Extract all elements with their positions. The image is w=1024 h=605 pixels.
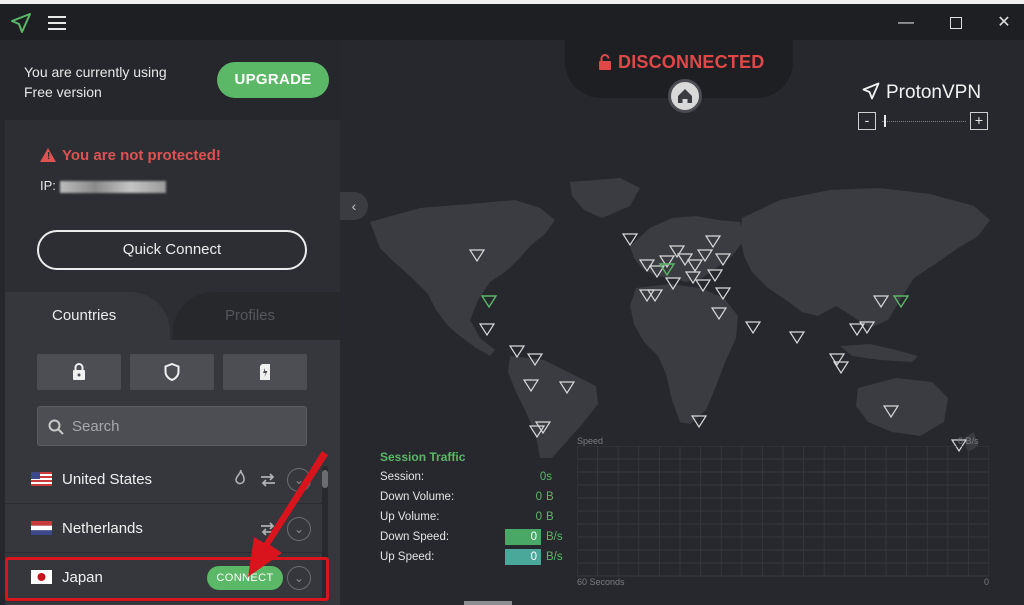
zoom-slider-handle[interactable] bbox=[884, 115, 886, 127]
sidebar: You are currently using Free version UPG… bbox=[5, 40, 340, 605]
ip-value-redacted bbox=[59, 180, 166, 193]
plan-info-line2: Free version bbox=[24, 84, 102, 100]
connection-status: DISCONNECTED bbox=[598, 52, 764, 73]
search-icon bbox=[48, 419, 64, 435]
ip-row: IP: bbox=[40, 178, 166, 193]
zoom-out-button[interactable]: - bbox=[858, 112, 876, 130]
p2p-arrows-icon bbox=[261, 473, 275, 487]
traffic-value: 0 bbox=[505, 549, 541, 565]
close-button[interactable]: ✕ bbox=[984, 10, 1024, 36]
expand-chevron-icon[interactable]: ⌄ bbox=[287, 468, 311, 492]
zoom-slider-track[interactable] bbox=[882, 120, 966, 122]
filter-secure-core-button[interactable] bbox=[37, 354, 121, 390]
home-icon bbox=[678, 89, 692, 103]
traffic-row-down-volume: Down Volume: 0 B bbox=[380, 491, 570, 511]
home-button[interactable] bbox=[668, 79, 702, 113]
traffic-row-down-speed: Down Speed: 0 B/s bbox=[380, 529, 570, 551]
sidebar-tabs: Countries Profiles bbox=[5, 292, 340, 340]
title-bar: — ✕ bbox=[0, 4, 1024, 40]
minimize-button[interactable]: — bbox=[886, 10, 926, 36]
plan-info: You are currently using Free version bbox=[24, 62, 204, 102]
traffic-unit: B bbox=[546, 491, 554, 503]
nl-flag-icon bbox=[31, 521, 52, 535]
tor-onion-card-icon bbox=[260, 364, 270, 380]
speed-graph-unit: 0 B/s bbox=[958, 436, 979, 446]
speed-graph-label: Speed bbox=[577, 436, 604, 446]
traffic-unit: B bbox=[546, 511, 554, 523]
p2p-arrows-icon bbox=[261, 522, 275, 536]
unlocked-icon bbox=[599, 54, 611, 70]
shield-icon bbox=[164, 362, 180, 382]
tab-countries[interactable]: Countries bbox=[5, 292, 170, 340]
maximize-button[interactable] bbox=[936, 10, 976, 36]
filter-tor-button[interactable] bbox=[223, 354, 307, 390]
traffic-value: 0 bbox=[535, 511, 542, 523]
lock-icon bbox=[73, 363, 85, 380]
menu-icon[interactable] bbox=[48, 16, 66, 30]
brand-name: ProtonVPN bbox=[886, 82, 982, 103]
protection-warning: ! You are not protected! bbox=[40, 146, 221, 164]
protonvpn-logo-icon bbox=[11, 13, 31, 33]
app-window: — ✕ You are currently using Free version… bbox=[0, 0, 1024, 605]
traffic-label: Down Speed: bbox=[380, 531, 450, 543]
traffic-unit: B/s bbox=[546, 531, 563, 543]
filter-shield-button[interactable] bbox=[130, 354, 214, 390]
traffic-label: Up Speed: bbox=[380, 551, 435, 563]
zoom-in-button[interactable]: + bbox=[970, 112, 988, 130]
country-item-united-states[interactable]: United States ⌄ bbox=[5, 456, 323, 504]
tor-icon bbox=[235, 469, 245, 485]
maximize-icon bbox=[950, 16, 962, 29]
annotation-highlight-box bbox=[5, 557, 329, 601]
traffic-label: Down Volume: bbox=[380, 491, 455, 503]
zoom-control: - + bbox=[858, 112, 990, 130]
plan-info-line1: You are currently using bbox=[24, 64, 167, 80]
scrollbar-thumb[interactable] bbox=[322, 470, 328, 488]
speed-graph-x-end: 0 bbox=[984, 577, 990, 587]
traffic-row-up-volume: Up Volume: 0 B bbox=[380, 511, 570, 531]
brand-logo: ProtonVPN bbox=[862, 80, 981, 104]
traffic-row-session: Session: 0s bbox=[380, 471, 570, 491]
us-flag-icon bbox=[31, 472, 52, 486]
traffic-label: Session: bbox=[380, 471, 425, 483]
search-input[interactable] bbox=[72, 407, 297, 445]
search-box[interactable] bbox=[37, 406, 307, 446]
traffic-row-up-speed: Up Speed: 0 B/s bbox=[380, 549, 570, 571]
upgrade-area: You are currently using Free version UPG… bbox=[5, 40, 340, 120]
session-traffic-panel: Session Traffic Session: 0s Down Volume:… bbox=[380, 450, 570, 570]
traffic-unit: B/s bbox=[546, 551, 563, 563]
quick-connect-button[interactable]: Quick Connect bbox=[37, 230, 307, 270]
warning-text: You are not protected! bbox=[62, 147, 221, 164]
status-text: DISCONNECTED bbox=[618, 52, 765, 72]
traffic-label: Up Volume: bbox=[380, 511, 440, 523]
traffic-value: 0s bbox=[539, 471, 552, 483]
country-name: Netherlands bbox=[62, 520, 143, 537]
collapse-sidebar-button[interactable]: ‹ bbox=[340, 192, 368, 220]
session-traffic-title: Session Traffic bbox=[380, 450, 466, 464]
protonvpn-logo-icon bbox=[862, 82, 880, 100]
warning-icon: ! bbox=[40, 148, 56, 162]
country-name: United States bbox=[62, 471, 153, 488]
traffic-value: 0 bbox=[535, 491, 542, 503]
tab-profiles[interactable]: Profiles bbox=[173, 292, 340, 340]
ip-label: IP: bbox=[40, 178, 56, 193]
speed-graph bbox=[577, 446, 989, 577]
speed-graph-x-start: 60 Seconds bbox=[577, 577, 625, 587]
world-map bbox=[370, 178, 990, 458]
taskbar-indicator bbox=[464, 601, 512, 605]
traffic-value: 0 bbox=[505, 529, 541, 545]
country-item-netherlands[interactable]: Netherlands ⌄ bbox=[5, 505, 323, 553]
upgrade-button[interactable]: UPGRADE bbox=[217, 62, 329, 98]
expand-chevron-icon[interactable]: ⌄ bbox=[287, 517, 311, 541]
